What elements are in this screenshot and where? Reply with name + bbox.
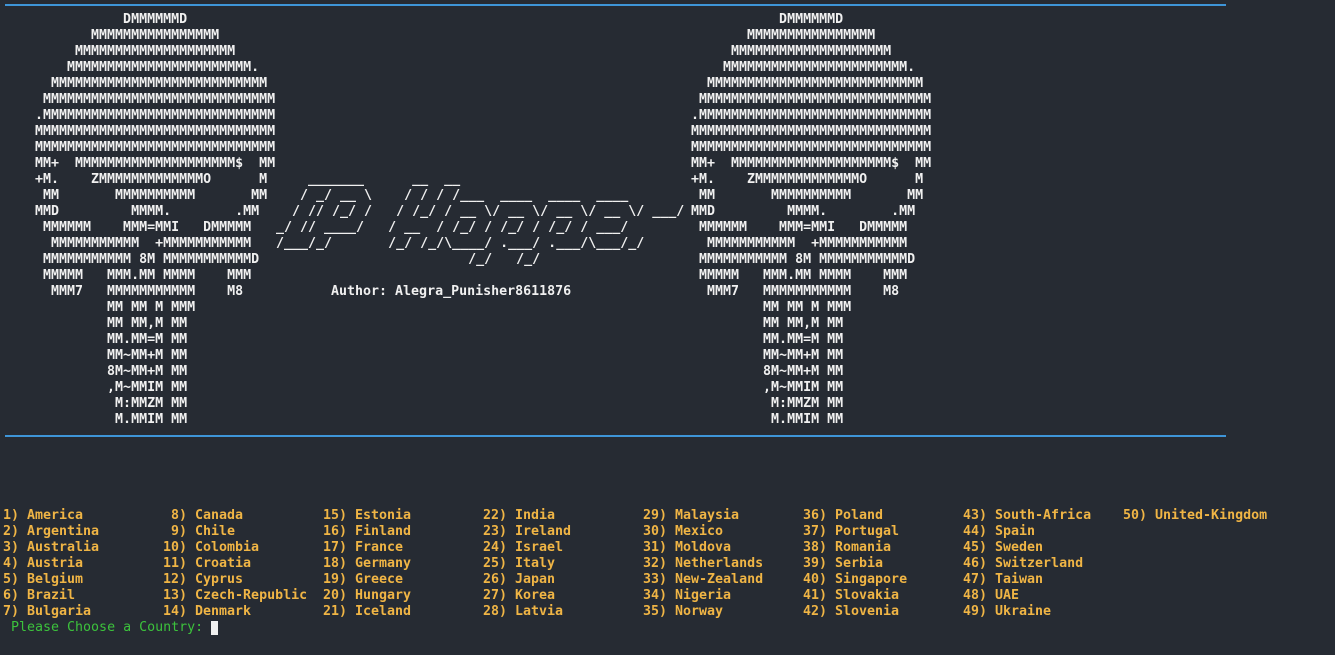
top-divider <box>5 4 1226 6</box>
menu-item[interactable]: 37) Portugal <box>803 524 907 540</box>
menu-item[interactable]: 8) Canada <box>163 508 307 524</box>
menu-item[interactable]: 9) Chile <box>163 524 307 540</box>
menu-column: 1) America 2) Argentina 3) Australia 4) … <box>3 508 99 620</box>
menu-item[interactable]: 21) Iceland <box>323 604 411 620</box>
menu-item[interactable]: 4) Austria <box>3 556 99 572</box>
menu-item[interactable]: 45) Sweden <box>963 540 1091 556</box>
menu-item[interactable]: 30) Mexico <box>643 524 763 540</box>
bottom-divider <box>5 435 1226 437</box>
menu-column: 8) Canada 9) Chile 10) Colombia 11) Croa… <box>163 508 307 620</box>
menu-item[interactable]: 23) Ireland <box>483 524 571 540</box>
menu-item[interactable]: 29) Malaysia <box>643 508 763 524</box>
menu-item[interactable]: 50) United-Kingdom <box>1123 508 1267 524</box>
menu-item[interactable]: 17) France <box>323 540 411 556</box>
menu-item[interactable]: 35) Norway <box>643 604 763 620</box>
menu-item[interactable]: 32) Netherlands <box>643 556 763 572</box>
menu-item[interactable]: 24) Israel <box>483 540 571 556</box>
menu-item[interactable]: 20) Hungary <box>323 588 411 604</box>
menu-item[interactable]: 48) UAE <box>963 588 1091 604</box>
menu-item[interactable]: 11) Croatia <box>163 556 307 572</box>
menu-item[interactable]: 49) Ukraine <box>963 604 1091 620</box>
menu-item[interactable]: 40) Singapore <box>803 572 907 588</box>
country-input[interactable] <box>211 620 331 636</box>
menu-item[interactable]: 10) Colombia <box>163 540 307 556</box>
right-ascii-art-logo: DMMMMMMD MMMMMMMMMMMMMMMM MMMMMMMMMMMMMM… <box>691 12 932 427</box>
menu-item[interactable]: 43) South-Africa <box>963 508 1091 524</box>
terminal-cursor <box>211 621 218 635</box>
menu-item[interactable]: 1) America <box>3 508 99 524</box>
menu-item[interactable]: 39) Serbia <box>803 556 907 572</box>
menu-column: 29) Malaysia 30) Mexico 31) Moldova 32) … <box>643 508 763 620</box>
menu-item[interactable]: 18) Germany <box>323 556 411 572</box>
menu-item[interactable]: 34) Nigeria <box>643 588 763 604</box>
menu-item[interactable]: 44) Spain <box>963 524 1091 540</box>
left-ascii-art-logo: DMMMMMMD MMMMMMMMMMMMMMMM MMMMMMMMMMMMMM… <box>35 12 276 427</box>
menu-item[interactable]: 22) India <box>483 508 571 524</box>
menu-column: 22) India 23) Ireland 24) Israel 25) Ita… <box>483 508 571 620</box>
title-ascii-art: _______ __ __ / _/ __ \ / / / /___ ____ … <box>276 172 685 267</box>
menu-item[interactable]: 47) Taiwan <box>963 572 1091 588</box>
menu-item[interactable]: 26) Japan <box>483 572 571 588</box>
menu-item[interactable]: 2) Argentina <box>3 524 99 540</box>
menu-item[interactable]: 42) Slovenia <box>803 604 907 620</box>
menu-item[interactable]: 38) Romania <box>803 540 907 556</box>
menu-item[interactable]: 15) Estonia <box>323 508 411 524</box>
menu-column: 43) South-Africa 44) Spain 45) Sweden 46… <box>963 508 1091 620</box>
menu-item[interactable]: 14) Denmark <box>163 604 307 620</box>
menu-item[interactable]: 46) Switzerland <box>963 556 1091 572</box>
menu-column: 50) United-Kingdom <box>1123 508 1267 524</box>
country-prompt: Please Choose a Country: <box>11 620 331 636</box>
menu-item[interactable]: 12) Cyprus <box>163 572 307 588</box>
menu-item[interactable]: 16) Finland <box>323 524 411 540</box>
menu-item[interactable]: 28) Latvia <box>483 604 571 620</box>
menu-column: 36) Poland 37) Portugal 38) Romania 39) … <box>803 508 907 620</box>
menu-item[interactable]: 3) Australia <box>3 540 99 556</box>
menu-item[interactable]: 41) Slovakia <box>803 588 907 604</box>
menu-item[interactable]: 31) Moldova <box>643 540 763 556</box>
menu-item[interactable]: 27) Korea <box>483 588 571 604</box>
menu-item[interactable]: 36) Poland <box>803 508 907 524</box>
menu-item[interactable]: 6) Brazil <box>3 588 99 604</box>
menu-item[interactable]: 5) Belgium <box>3 572 99 588</box>
menu-item[interactable]: 13) Czech-Republic <box>163 588 307 604</box>
menu-item[interactable]: 7) Bulgaria <box>3 604 99 620</box>
menu-item[interactable]: 25) Italy <box>483 556 571 572</box>
prompt-label: Please Choose a Country: <box>11 620 204 635</box>
menu-item[interactable]: 33) New-Zealand <box>643 572 763 588</box>
author-credit: Author: Alegra_Punisher8611876 <box>331 284 572 299</box>
menu-column: 15) Estonia 16) Finland 17) France 18) G… <box>323 508 411 620</box>
menu-item[interactable]: 19) Greece <box>323 572 411 588</box>
